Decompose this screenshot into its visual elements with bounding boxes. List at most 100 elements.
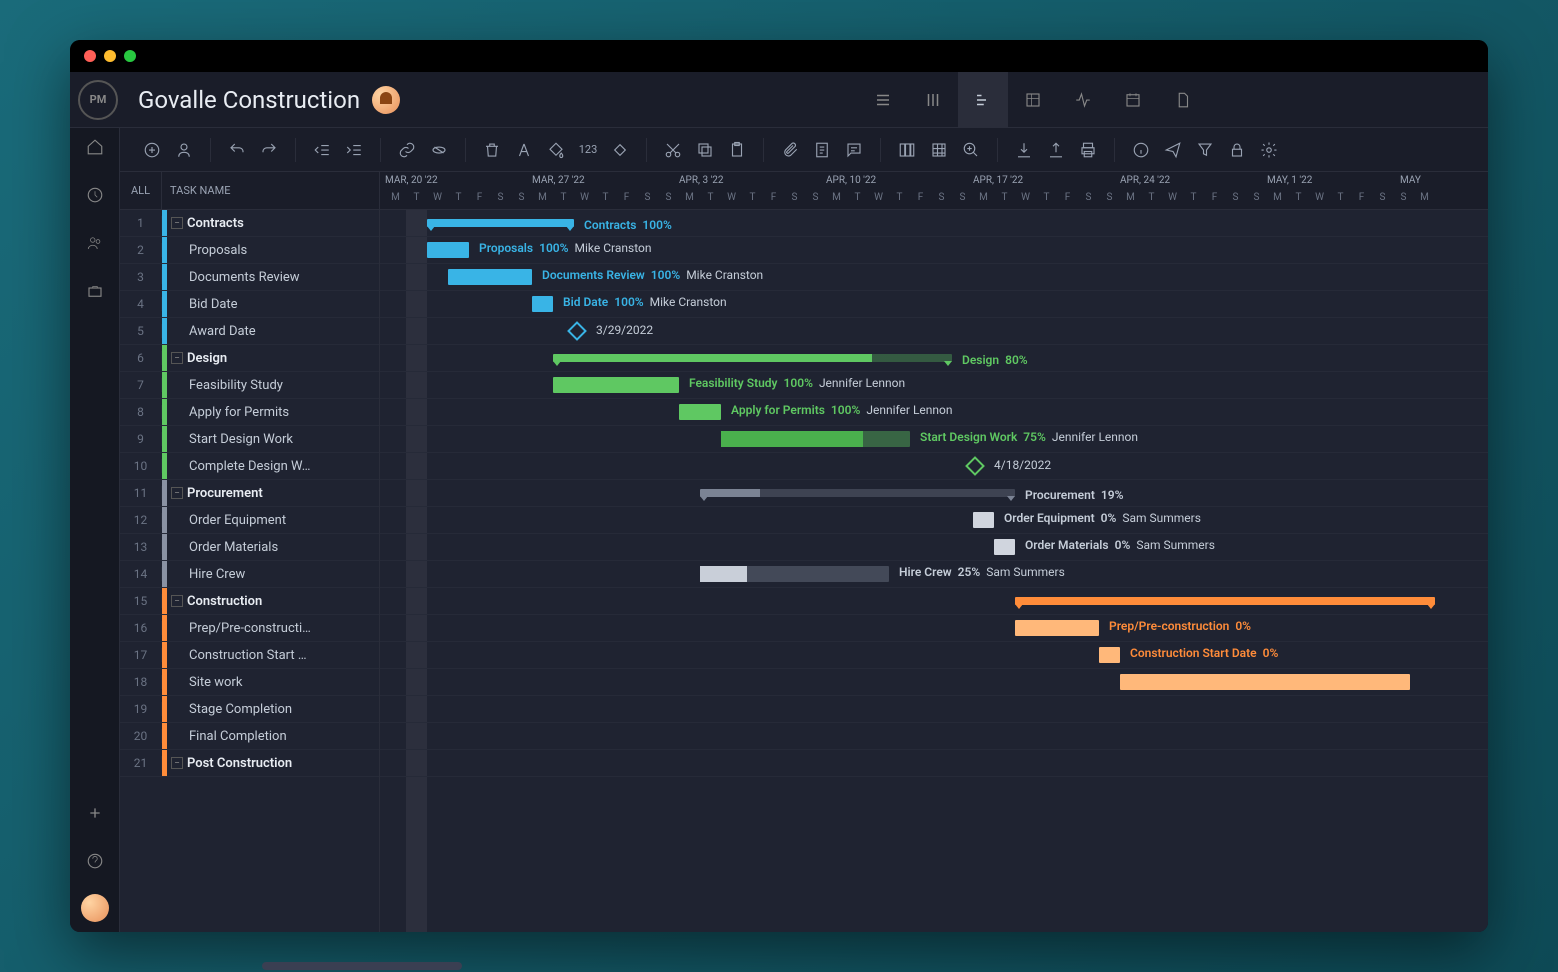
task-bar[interactable]: Apply for Permits100%Jennifer Lennon [679,404,721,420]
window-max-dot[interactable] [124,50,136,62]
task-row[interactable]: 12Order Equipment [120,507,379,534]
task-row[interactable]: 1−Contracts [120,210,379,237]
task-bar[interactable]: Feasibility Study100%Jennifer Lennon [553,377,679,393]
task-row[interactable]: 3Documents Review [120,264,379,291]
window-close-dot[interactable] [84,50,96,62]
collapse-icon[interactable]: − [171,757,183,769]
task-row[interactable]: 16Prep/Pre-constructi… [120,615,379,642]
unlink-icon[interactable] [425,136,453,164]
nav-portfolio-icon[interactable] [80,276,110,306]
collapse-icon[interactable]: − [171,487,183,499]
columns-icon[interactable] [893,136,921,164]
task-row[interactable]: 11−Procurement [120,480,379,507]
nav-team-icon[interactable] [80,228,110,258]
copy-icon[interactable] [691,136,719,164]
gantt-row[interactable] [380,696,1488,723]
fill-icon[interactable] [542,136,570,164]
summary-bar[interactable] [1015,597,1435,605]
print-icon[interactable] [1074,136,1102,164]
summary-bar[interactable]: Procurement19% [700,489,1015,497]
task-row[interactable]: 18Site work [120,669,379,696]
milestone-marker[interactable] [567,321,587,341]
task-bar[interactable]: Prep/Pre-construction0% [1015,620,1099,636]
gantt-row[interactable] [380,669,1488,696]
add-task-icon[interactable] [138,136,166,164]
task-row[interactable]: 7Feasibility Study [120,372,379,399]
gantt-body[interactable]: Contracts100%Proposals100%Mike CranstonD… [380,210,1488,777]
zoom-icon[interactable] [957,136,985,164]
task-row[interactable]: 14Hire Crew [120,561,379,588]
task-row[interactable]: 21−Post Construction [120,750,379,777]
view-board-icon[interactable] [908,72,958,128]
delete-icon[interactable] [478,136,506,164]
summary-bar[interactable]: Design80% [553,354,952,362]
cut-icon[interactable] [659,136,687,164]
task-row[interactable]: 10Complete Design W… [120,453,379,480]
gantt-row[interactable] [380,723,1488,750]
task-row[interactable]: 9Start Design Work [120,426,379,453]
task-row[interactable]: 13Order Materials [120,534,379,561]
note-icon[interactable] [808,136,836,164]
gantt-row[interactable]: Construction Start Date0% [380,642,1488,669]
gantt-row[interactable]: Design80% [380,345,1488,372]
nav-add-icon[interactable] [80,798,110,828]
view-docs-icon[interactable] [1158,72,1208,128]
gantt-row[interactable]: 3/29/2022 [380,318,1488,345]
task-bar[interactable]: Start Design Work75%Jennifer Lennon [721,431,910,447]
task-row[interactable]: 15−Construction [120,588,379,615]
task-row[interactable]: 4Bid Date [120,291,379,318]
gantt-row[interactable]: Hire Crew25%Sam Summers [380,561,1488,588]
undo-icon[interactable] [223,136,251,164]
assign-icon[interactable] [170,136,198,164]
link-icon[interactable] [393,136,421,164]
indent-icon[interactable] [340,136,368,164]
app-logo[interactable]: PM [78,80,118,120]
redo-icon[interactable] [255,136,283,164]
collapse-icon[interactable]: − [171,217,183,229]
view-calendar-icon[interactable] [1108,72,1158,128]
task-row[interactable]: 5Award Date [120,318,379,345]
view-list-icon[interactable] [858,72,908,128]
settings-icon[interactable] [1255,136,1283,164]
attach-icon[interactable] [776,136,804,164]
gantt-row[interactable]: Order Materials0%Sam Summers [380,534,1488,561]
task-row[interactable]: 20Final Completion [120,723,379,750]
info-icon[interactable] [1127,136,1155,164]
view-gantt-icon[interactable] [958,72,1008,128]
task-bar[interactable]: Hire Crew25%Sam Summers [700,566,889,582]
task-bar[interactable]: Construction Start Date0% [1099,647,1120,663]
collapse-icon[interactable]: − [171,595,183,607]
view-sheet-icon[interactable] [1008,72,1058,128]
task-row[interactable]: 19Stage Completion [120,696,379,723]
view-activity-icon[interactable] [1058,72,1108,128]
owner-avatar[interactable] [372,86,400,114]
gantt-row[interactable]: Procurement19% [380,480,1488,507]
task-bar[interactable]: Proposals100%Mike Cranston [427,242,469,258]
col-all-header[interactable]: ALL [120,172,162,209]
nav-help-icon[interactable] [80,846,110,876]
milestone-icon[interactable] [606,136,634,164]
gantt-row[interactable]: Start Design Work75%Jennifer Lennon [380,426,1488,453]
gantt-row[interactable]: Proposals100%Mike Cranston [380,237,1488,264]
paste-icon[interactable] [723,136,751,164]
task-bar[interactable]: Order Equipment0%Sam Summers [973,512,994,528]
text-icon[interactable] [510,136,538,164]
import-icon[interactable] [1010,136,1038,164]
send-icon[interactable] [1159,136,1187,164]
number-icon[interactable]: 123 [574,136,602,164]
task-row[interactable]: 6−Design [120,345,379,372]
task-row[interactable]: 17Construction Start … [120,642,379,669]
export-icon[interactable] [1042,136,1070,164]
gantt-row[interactable]: Order Equipment0%Sam Summers [380,507,1488,534]
gantt-row[interactable]: Documents Review100%Mike Cranston [380,264,1488,291]
grid-icon[interactable] [925,136,953,164]
gantt-row[interactable]: 4/18/2022 [380,453,1488,480]
comment-icon[interactable] [840,136,868,164]
lock-icon[interactable] [1223,136,1251,164]
gantt-chart[interactable]: MAR, 20 '22MAR, 27 '22APR, 3 '22APR, 10 … [380,172,1488,932]
task-row[interactable]: 2Proposals [120,237,379,264]
task-row[interactable]: 8Apply for Permits [120,399,379,426]
gantt-row[interactable]: Bid Date100%Mike Cranston [380,291,1488,318]
gantt-row[interactable] [380,750,1488,777]
gantt-row[interactable]: Prep/Pre-construction0% [380,615,1488,642]
